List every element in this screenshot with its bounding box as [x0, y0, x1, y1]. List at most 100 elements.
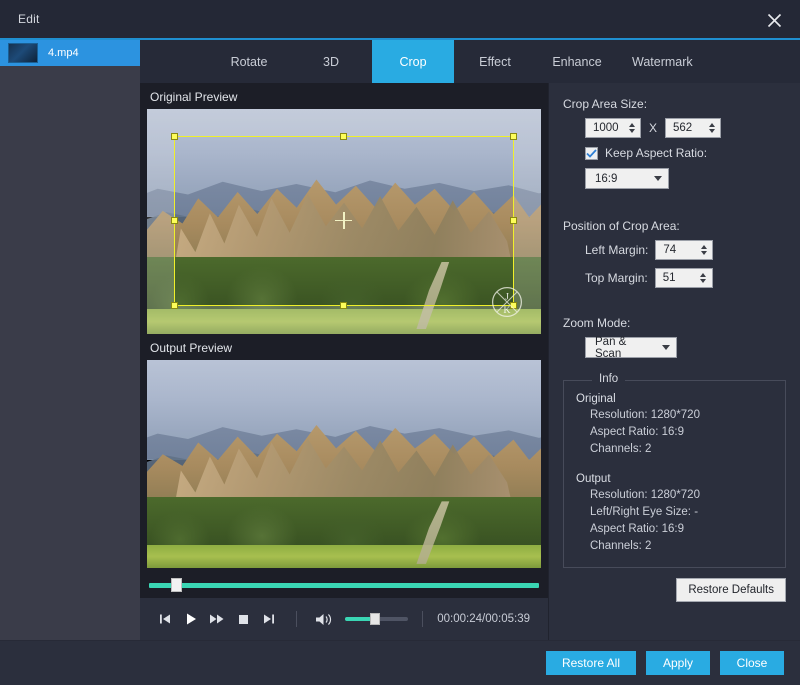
zoom-mode-select[interactable]: Pan & Scan: [585, 337, 677, 358]
info-output-title: Output: [576, 473, 781, 485]
left-margin-label: Left Margin:: [585, 243, 648, 257]
aspect-ratio-row: 16:9: [563, 168, 786, 189]
aspect-ratio-value: 16:9: [595, 173, 646, 185]
left-margin-stepper[interactable]: [697, 245, 710, 255]
crop-width-input[interactable]: 1000: [585, 118, 641, 138]
position-of-crop-area-label: Position of Crop Area:: [563, 219, 786, 233]
tab-3d[interactable]: 3D: [290, 40, 372, 83]
seek-track[interactable]: [149, 583, 539, 588]
crop-center-crosshair-icon[interactable]: [335, 212, 352, 229]
aspect-ratio-select[interactable]: 16:9: [585, 168, 669, 189]
panels-row: Original Preview: [140, 83, 800, 640]
crop-size-row: 1000 X 562: [563, 118, 786, 138]
play-icon[interactable]: [178, 606, 204, 632]
skip-previous-icon[interactable]: [152, 606, 178, 632]
crop-handle-ne[interactable]: [510, 133, 517, 140]
footer-bar: Restore All Apply Close: [0, 640, 800, 685]
volume-handle[interactable]: [370, 613, 380, 625]
list-item[interactable]: 4.mp4: [0, 40, 140, 66]
video-thumbnail: [8, 43, 38, 63]
crop-selection-box[interactable]: [174, 136, 514, 306]
file-name-label: 4.mp4: [48, 47, 79, 59]
info-output-eye-size: Left/Right Eye Size: -: [590, 506, 781, 518]
crop-height-stepper[interactable]: [705, 123, 718, 133]
info-spacer: [568, 460, 781, 471]
top-margin-label: Top Margin:: [585, 271, 648, 285]
top-margin-input[interactable]: 51: [655, 268, 713, 288]
volume-slider[interactable]: [345, 617, 408, 621]
info-original-resolution: Resolution: 1280*720: [590, 409, 781, 421]
chevron-down-icon-zoom[interactable]: [662, 345, 670, 350]
top-margin-stepper[interactable]: [697, 273, 710, 283]
crop-handle-n[interactable]: [340, 133, 347, 140]
transport-bar: 00:00:24/00:05:39: [140, 598, 548, 640]
seek-bar[interactable]: [149, 578, 539, 592]
apply-button[interactable]: Apply: [646, 651, 710, 675]
edit-window: Edit 4.mp4 Rotate 3D Crop Effect Enhance: [0, 0, 800, 685]
tab-effect[interactable]: Effect: [454, 40, 536, 83]
crop-width-value: 1000: [593, 122, 625, 134]
crop-width-stepper[interactable]: [625, 123, 638, 133]
window-body: 4.mp4 Rotate 3D Crop Effect Enhance Wate…: [0, 38, 800, 640]
timecode-label: 00:00:24/00:05:39: [437, 613, 536, 625]
crop-height-input[interactable]: 562: [665, 118, 721, 138]
crop-handle-nw[interactable]: [171, 133, 178, 140]
info-output-aspect-ratio: Aspect Ratio: 16:9: [590, 523, 781, 535]
seek-handle[interactable]: [171, 578, 182, 592]
top-margin-row: Top Margin: 51: [563, 268, 786, 288]
jk-watermark-icon: J K: [489, 284, 525, 320]
preview-column: Original Preview: [140, 83, 548, 640]
output-preview-label: Output Preview: [140, 334, 548, 360]
crop-handle-w[interactable]: [171, 217, 178, 224]
jk-watermark-letter-bottom: K: [503, 304, 511, 315]
output-preview-stage[interactable]: [147, 360, 541, 569]
tab-enhance[interactable]: Enhance: [536, 40, 618, 83]
info-original-channels: Channels: 2: [590, 443, 781, 455]
crop-handle-e[interactable]: [510, 217, 517, 224]
tab-crop[interactable]: Crop: [372, 40, 454, 83]
left-margin-row: Left Margin: 74: [563, 240, 786, 260]
left-margin-input[interactable]: 74: [655, 240, 713, 260]
restore-all-button[interactable]: Restore All: [546, 651, 636, 675]
info-legend-label: Info: [592, 373, 625, 385]
keep-aspect-ratio-label: Keep Aspect Ratio:: [605, 146, 707, 160]
restore-defaults-button[interactable]: Restore Defaults: [676, 578, 786, 602]
zoom-mode-value: Pan & Scan: [595, 336, 654, 360]
keep-aspect-ratio-row[interactable]: Keep Aspect Ratio:: [563, 146, 786, 160]
close-button[interactable]: Close: [720, 651, 784, 675]
crop-settings-panel: Crop Area Size: 1000 X 562: [548, 83, 800, 640]
chevron-down-icon[interactable]: [654, 176, 662, 181]
info-output-channels: Channels: 2: [590, 540, 781, 552]
crop-handle-sw[interactable]: [171, 302, 178, 309]
stop-icon[interactable]: [230, 606, 256, 632]
file-list-sidebar: 4.mp4: [0, 38, 140, 640]
info-original-title: Original: [576, 393, 781, 405]
left-margin-value: 74: [663, 244, 697, 256]
transport-divider: [296, 611, 297, 627]
crop-height-value: 562: [673, 122, 705, 134]
original-preview-label: Original Preview: [140, 83, 548, 109]
keep-aspect-ratio-checkbox[interactable]: [585, 147, 598, 160]
zoom-mode-label: Zoom Mode:: [563, 316, 786, 330]
skip-next-icon[interactable]: [256, 606, 282, 632]
tab-bar: Rotate 3D Crop Effect Enhance Watermark: [140, 40, 800, 83]
original-preview-stage[interactable]: J K: [147, 109, 541, 334]
title-bar: Edit: [0, 0, 800, 38]
fast-forward-icon[interactable]: [204, 606, 230, 632]
content-area: Rotate 3D Crop Effect Enhance Watermark …: [140, 38, 800, 640]
info-groupbox: Info Original Resolution: 1280*720 Aspec…: [563, 380, 786, 568]
volume-icon[interactable]: [311, 606, 337, 632]
tab-watermark[interactable]: Watermark: [618, 40, 707, 83]
jk-watermark-letter-top: J: [505, 291, 509, 302]
zoom-mode-row: Pan & Scan: [563, 337, 786, 358]
tab-rotate[interactable]: Rotate: [208, 40, 290, 83]
info-output-resolution: Resolution: 1280*720: [590, 489, 781, 501]
output-video-frame: [147, 360, 541, 569]
crop-handle-s[interactable]: [340, 302, 347, 309]
size-separator-label: X: [649, 121, 657, 135]
window-title: Edit: [18, 12, 39, 26]
close-icon[interactable]: [762, 8, 786, 32]
top-margin-value: 51: [663, 272, 697, 284]
info-original-aspect-ratio: Aspect Ratio: 16:9: [590, 426, 781, 438]
scene-meadow: [147, 309, 541, 334]
